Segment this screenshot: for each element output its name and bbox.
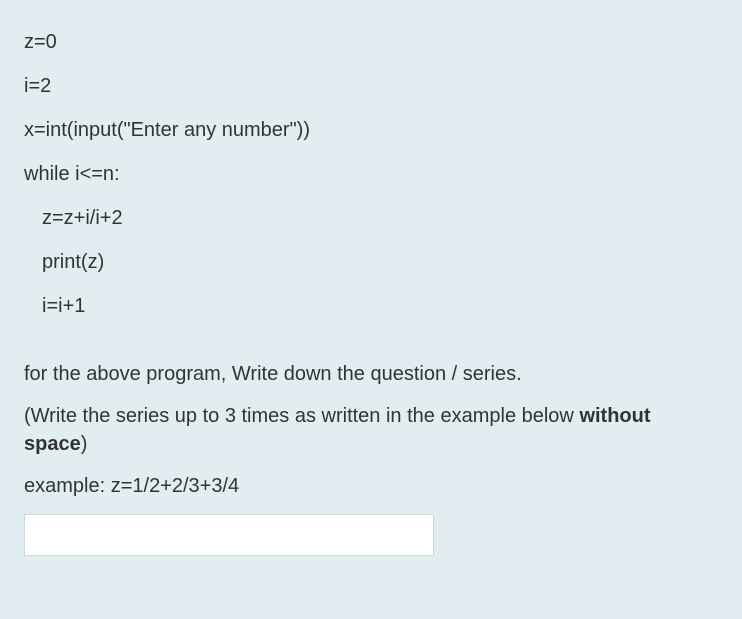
question-block: for the above program, Write down the qu… xyxy=(24,360,718,556)
question-line-2: (Write the series up to 3 times as writt… xyxy=(24,402,718,458)
question-line-2-pre: (Write the series up to 3 times as writt… xyxy=(24,405,579,427)
code-line-6: print(z) xyxy=(24,248,718,276)
code-line-1: z=0 xyxy=(24,28,718,56)
code-line-5: z=z+i/i+2 xyxy=(24,204,718,232)
question-line-1: for the above program, Write down the qu… xyxy=(24,360,718,388)
question-panel: z=0 i=2 x=int(input("Enter any number"))… xyxy=(0,0,742,619)
code-line-7: i=i+1 xyxy=(24,292,718,320)
answer-input[interactable] xyxy=(24,514,434,556)
code-line-3: x=int(input("Enter any number")) xyxy=(24,116,718,144)
code-line-4: while i<=n: xyxy=(24,160,718,188)
question-line-2-post: ) xyxy=(81,433,88,455)
code-line-2: i=2 xyxy=(24,72,718,100)
question-example: example: z=1/2+2/3+3/4 xyxy=(24,472,718,500)
